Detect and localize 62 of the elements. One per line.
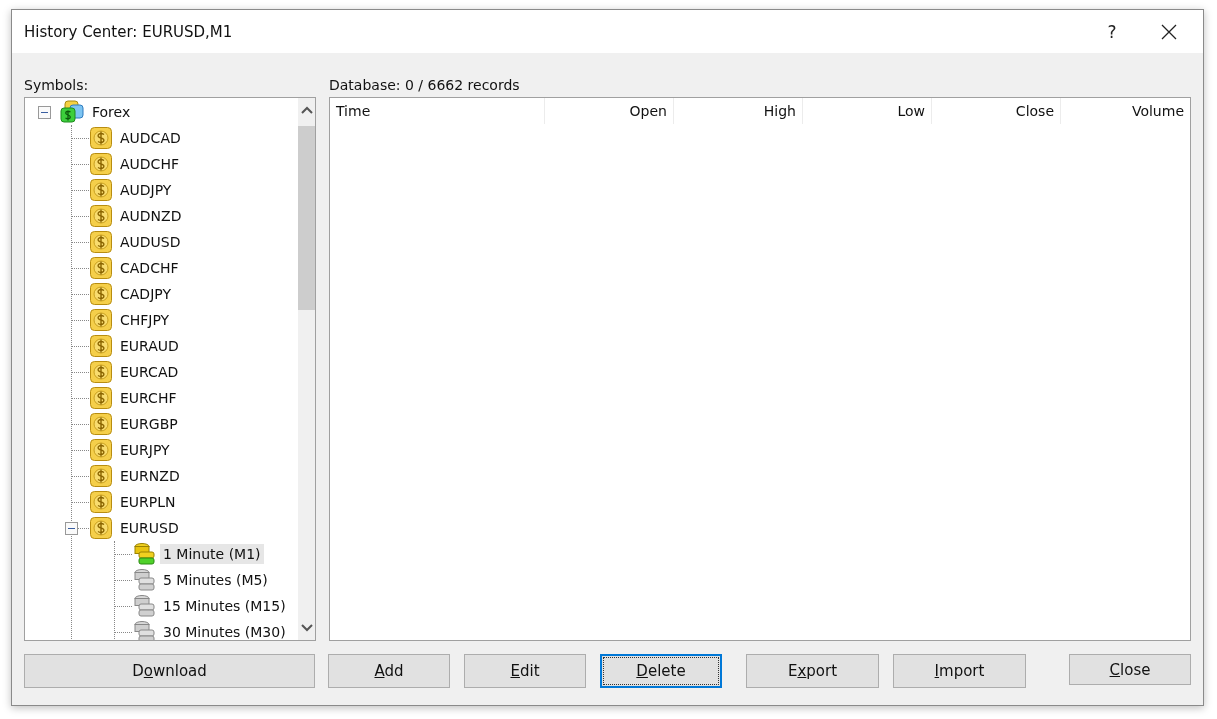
tree-item[interactable]: EURNZD <box>117 466 183 486</box>
tree-item[interactable]: 15 Minutes (M15) <box>160 596 289 616</box>
tree-item[interactable]: EURUSD <box>117 518 182 538</box>
close-dialog-button[interactable]: Close <box>1069 654 1191 685</box>
dollar-coin-icon <box>89 256 113 280</box>
dollar-coin-icon <box>89 386 113 410</box>
dollar-coin-icon <box>89 412 113 436</box>
scrollbar[interactable] <box>298 98 315 640</box>
action-button[interactable]: Edit <box>464 654 586 688</box>
help-button[interactable]: ? <box>1089 10 1135 53</box>
tree-item[interactable]: EURAUD <box>117 336 182 356</box>
dollar-coin-icon <box>89 438 113 462</box>
tree-item[interactable]: CADCHF <box>117 258 182 278</box>
tree-item[interactable]: AUDCAD <box>117 128 184 148</box>
dollar-coin-icon <box>89 178 113 202</box>
dollar-coin-icon <box>89 152 113 176</box>
currency-folder-icon <box>59 100 85 124</box>
column-header[interactable]: Volume <box>1061 98 1190 124</box>
tree-item[interactable]: AUDJPY <box>117 180 175 200</box>
column-header[interactable]: Close <box>932 98 1061 124</box>
dollar-coin-icon <box>89 282 113 306</box>
dollar-coin-icon <box>89 490 113 514</box>
scroll-up-icon[interactable] <box>300 106 313 114</box>
tree-item[interactable]: CADJPY <box>117 284 174 304</box>
collapse-toggle-icon[interactable] <box>37 105 51 119</box>
download-button[interactable]: Download <box>24 654 315 688</box>
dollar-coin-icon <box>89 126 113 150</box>
action-button[interactable]: Import <box>893 654 1026 688</box>
tree-item[interactable]: EURCHF <box>117 388 180 408</box>
column-header[interactable]: Open <box>545 98 674 124</box>
dollar-coin-icon <box>89 204 113 228</box>
tree-item[interactable]: EURPLN <box>117 492 179 512</box>
tree-item[interactable]: 5 Minutes (M5) <box>160 570 271 590</box>
dollar-coin-icon <box>89 516 113 540</box>
scroll-down-icon[interactable] <box>300 624 313 632</box>
dollar-coin-icon <box>89 334 113 358</box>
close-icon[interactable] <box>1161 23 1177 40</box>
tree-item[interactable]: 30 Minutes (M30) <box>160 622 289 640</box>
action-button[interactable]: Delete <box>600 654 722 688</box>
tree-item[interactable]: CHFJPY <box>117 310 173 330</box>
column-header[interactable]: High <box>674 98 803 124</box>
tree-item[interactable]: AUDCHF <box>117 154 182 174</box>
symbols-label: Symbols: <box>24 77 90 95</box>
window-title: History Center: EURUSD,M1 <box>24 22 234 41</box>
tree-item[interactable]: AUDUSD <box>117 232 184 252</box>
tree-item[interactable]: 1 Minute (M1) <box>160 544 264 564</box>
tree-item[interactable]: Forex <box>89 102 134 122</box>
dollar-coin-icon <box>89 360 113 384</box>
collapse-toggle-icon[interactable] <box>65 521 78 535</box>
dollar-coin-icon <box>89 308 113 332</box>
tree-item[interactable]: EURGBP <box>117 414 181 434</box>
tree-item[interactable]: EURJPY <box>117 440 173 460</box>
dollar-coin-icon <box>89 230 113 254</box>
action-button[interactable]: Add <box>328 654 450 688</box>
dollar-coin-icon <box>89 464 113 488</box>
database-label: Database: 0 / 6662 records <box>329 77 521 95</box>
tree-item[interactable]: AUDNZD <box>117 206 185 226</box>
scrollbar-thumb[interactable] <box>298 126 315 310</box>
tree-item[interactable]: EURCAD <box>117 362 182 382</box>
column-header[interactable]: Time <box>330 98 545 124</box>
column-header[interactable]: Low <box>803 98 932 124</box>
action-button[interactable]: Export <box>746 654 879 688</box>
